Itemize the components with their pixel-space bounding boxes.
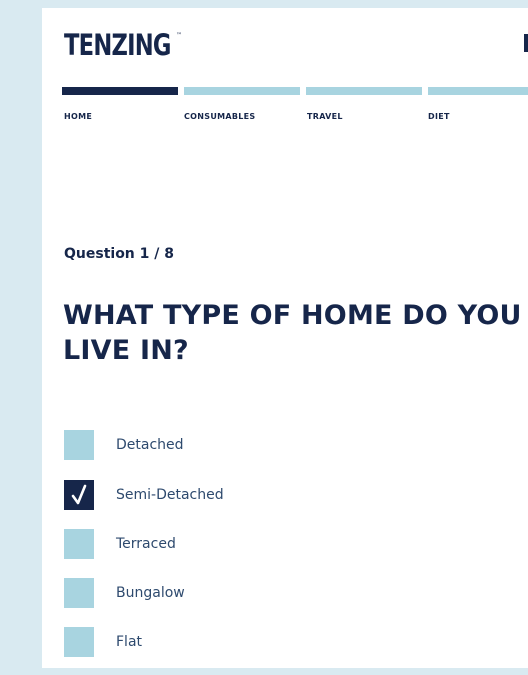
question-counter: Question 1 / 8 [64,246,174,262]
check-icon [71,484,87,505]
trademark-mark: ™ [176,32,182,39]
option-detached[interactable]: Detached [64,430,364,460]
quiz-card: TENZING ™ HOME CONSUMABLES TRAVEL DIET Q… [42,8,528,668]
option-label: Semi-Detached [116,487,224,503]
option-label: Detached [116,437,184,453]
question-title-line-1: WHAT TYPE OF HOME DO YOU [63,300,522,331]
step-travel[interactable]: TRAVEL [307,112,343,121]
checkbox-checked[interactable] [64,480,94,510]
question-title-line-2: LIVE IN? [63,335,189,366]
tenzing-logo[interactable]: TENZING [64,28,171,62]
progress-segment-consumables [184,87,300,95]
step-consumables[interactable]: CONSUMABLES [184,112,256,121]
progress-segment-diet [428,87,528,95]
option-label: Bungalow [116,585,185,601]
checkbox[interactable] [64,627,94,657]
step-diet[interactable]: DIET [428,112,450,121]
step-home[interactable]: HOME [64,112,92,121]
step-nav: HOME CONSUMABLES TRAVEL DIET [62,112,528,126]
progress-segment-travel [306,87,422,95]
option-flat[interactable]: Flat [64,627,364,657]
checkbox[interactable] [64,529,94,559]
checkbox[interactable] [64,430,94,460]
option-label: Terraced [116,536,176,552]
progress-bar [62,87,528,95]
option-bungalow[interactable]: Bungalow [64,578,364,608]
option-label: Flat [116,634,143,650]
progress-segment-home [62,87,178,95]
option-terraced[interactable]: Terraced [64,529,364,559]
checkbox[interactable] [64,578,94,608]
option-semi-detached[interactable]: Semi-Detached [64,480,364,510]
question-title: WHAT TYPE OF HOME DO YOU LIVE IN? [63,298,528,368]
menu-icon[interactable] [524,34,528,52]
